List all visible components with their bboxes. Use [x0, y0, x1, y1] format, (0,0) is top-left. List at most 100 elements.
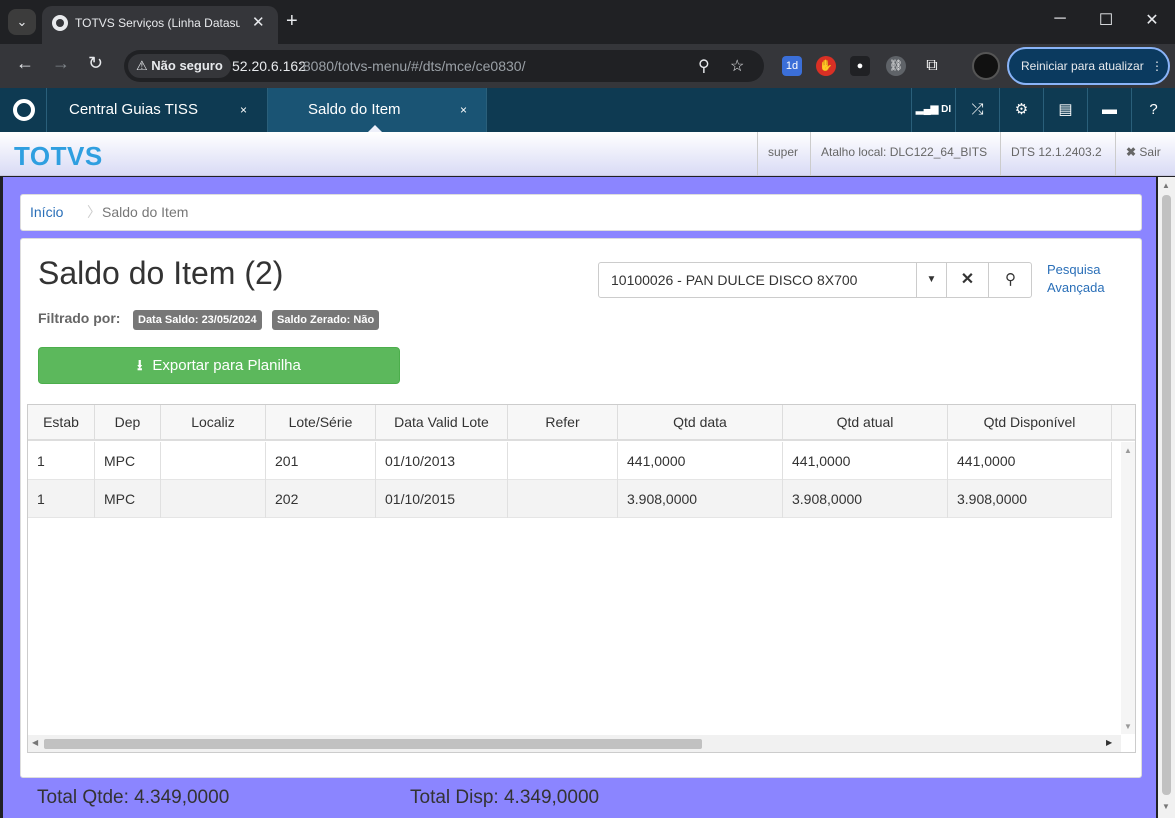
clear-x-icon[interactable]: ✕	[946, 263, 988, 297]
cell-refer	[508, 442, 618, 480]
document-icon[interactable]: ▤	[1043, 88, 1087, 132]
not-secure-chip[interactable]: ⚠ Não seguro	[128, 54, 231, 78]
filter-badge-zero-balance[interactable]: Saldo Zerado: Não	[272, 310, 380, 330]
logout-button[interactable]: ✖ Sair	[1115, 132, 1171, 176]
extensions-puzzle-icon[interactable]: ⧉	[922, 56, 942, 76]
active-tab-caret	[368, 125, 382, 132]
breadcrumb-current: Saldo do Item	[102, 204, 189, 220]
filter-badge-date[interactable]: Data Saldo: 23/05/2024	[133, 310, 262, 330]
scroll-up-icon[interactable]: ▲	[1124, 446, 1132, 455]
gear-icon[interactable]: ⚙	[999, 88, 1043, 132]
table-row[interactable]: 1 MPC 201 01/10/2013 441,0000 441,0000 4…	[28, 442, 1112, 480]
cell-qtd-data: 3.908,0000	[618, 480, 783, 518]
scroll-up-icon[interactable]: ▲	[1162, 181, 1170, 190]
search-icon[interactable]: ⚲	[988, 263, 1032, 297]
scroll-thumb[interactable]	[1162, 195, 1171, 795]
chat-icon[interactable]: ▬	[1087, 88, 1131, 132]
column-header-lote-serie[interactable]: Lote/Série	[266, 405, 376, 439]
cell-dep: MPC	[95, 480, 161, 518]
scroll-left-icon[interactable]: ◀	[32, 738, 38, 747]
zoom-icon[interactable]: ⚲	[698, 56, 710, 76]
maximize-icon[interactable]: ☐	[1083, 10, 1129, 30]
result-panel: Saldo do Item (2) Filtrado por: Data Sal…	[20, 238, 1142, 778]
cell-lote-serie: 202	[266, 480, 376, 518]
url-path: :8080/totvs-menu/#/dts/mce/ce0830/	[299, 58, 526, 74]
cell-estab: 1	[28, 442, 95, 480]
extension-link-icon[interactable]: ⛓	[886, 56, 906, 76]
grid-vertical-scrollbar[interactable]: ▲ ▼	[1121, 442, 1135, 734]
cell-qtd-disponivel: 441,0000	[948, 442, 1112, 480]
totvs-menu-logo[interactable]	[0, 88, 47, 132]
app-navbar: Central Guias TISS × Saldo do Item × ▂▄▆…	[0, 88, 1175, 132]
relaunch-to-update-button[interactable]: Reiniciar para atualizar ⋮	[1007, 47, 1170, 85]
extension-shield-icon[interactable]: ✋	[816, 56, 836, 76]
back-arrow-icon[interactable]: ←	[16, 53, 34, 74]
totvs-logo-icon	[13, 99, 35, 121]
tab-close-icon[interactable]: ×	[460, 88, 467, 132]
di-label: DI	[941, 104, 952, 115]
table-row[interactable]: 1 MPC 202 01/10/2015 3.908,0000 3.908,00…	[28, 480, 1112, 518]
tab-close-icon[interactable]: ✕	[252, 13, 265, 31]
close-x-icon: ✖	[1126, 145, 1137, 159]
column-header-qtd-atual[interactable]: Qtd atual	[783, 405, 948, 439]
column-header-localiz[interactable]: Localiz	[161, 405, 266, 439]
item-search-group: 10100026 - PAN DULCE DISCO 8X700 ▼ ✕ ⚲	[598, 262, 1032, 298]
column-header-qtd-disponivel[interactable]: Qtd Disponível	[948, 405, 1112, 439]
column-header-estab[interactable]: Estab	[28, 405, 95, 439]
column-header-qtd-data[interactable]: Qtd data	[618, 405, 783, 439]
reload-icon[interactable]: ↻	[88, 53, 103, 74]
item-search-input[interactable]: 10100026 - PAN DULCE DISCO 8X700	[611, 272, 857, 288]
column-header-refer[interactable]: Refer	[508, 405, 618, 439]
main-content: Início 〉 Saldo do Item Saldo do Item (2)…	[3, 177, 1156, 818]
bookmark-star-icon[interactable]: ☆	[730, 56, 744, 76]
grid-header: Estab Dep Localiz Lote/Série Data Valid …	[28, 405, 1135, 441]
total-disp: Total Disp: 4.349,0000	[410, 787, 600, 808]
export-spreadsheet-button[interactable]: ⭳ Exportar para Planilha	[38, 347, 400, 384]
grid-horizontal-scrollbar[interactable]: ◀ ▶	[28, 735, 1121, 752]
minimize-icon[interactable]: ─	[1037, 10, 1083, 28]
brand-logo: TOTVS	[14, 141, 103, 171]
profile-avatar[interactable]	[972, 52, 1000, 80]
warning-triangle-icon: ⚠	[136, 58, 148, 73]
extension-calendar-icon[interactable]: 1d	[782, 56, 802, 76]
not-secure-label: Não seguro	[151, 58, 223, 73]
page-vertical-scrollbar[interactable]: ▲ ▼	[1158, 177, 1175, 818]
browser-tab[interactable]: TOTVS Serviços (Linha Datasul) - TOTVS ✕	[42, 6, 278, 44]
cell-qtd-atual: 3.908,0000	[783, 480, 948, 518]
breadcrumb-home-link[interactable]: Início	[30, 195, 63, 230]
user-name[interactable]: super	[757, 132, 808, 176]
more-vertical-icon[interactable]: ⋮	[1151, 49, 1163, 83]
shuffle-icon[interactable]: ⤮	[955, 88, 999, 132]
cell-localiz	[161, 442, 266, 480]
tab-close-icon[interactable]: ×	[240, 88, 247, 132]
relaunch-label: Reiniciar para atualizar	[1021, 59, 1144, 73]
help-icon[interactable]: ?	[1131, 88, 1175, 132]
window-close-icon[interactable]: ✕	[1129, 10, 1175, 30]
cell-data-valid-lote: 01/10/2015	[376, 480, 508, 518]
scroll-right-icon[interactable]: ▶	[1106, 738, 1112, 747]
address-bar[interactable]: ⚠ Não seguro 52.20.6.162 :8080/totvs-men…	[124, 50, 764, 82]
extension-search-icon[interactable]: ●	[850, 56, 870, 76]
tab-search-button[interactable]: ⌄	[8, 9, 36, 35]
new-tab-button[interactable]: +	[286, 10, 298, 32]
breadcrumb-separator: 〉	[87, 204, 101, 220]
totals-bar: Total Qtde: 4.349,0000 Total Disp: 4.349…	[3, 787, 1156, 818]
tab-central-guias-tiss[interactable]: Central Guias TISS ×	[47, 88, 268, 132]
forward-arrow-icon[interactable]: →	[52, 53, 70, 74]
scroll-down-icon[interactable]: ▼	[1124, 722, 1132, 731]
advanced-search-link[interactable]: Pesquisa Avançada	[1047, 261, 1127, 297]
download-icon: ⭳	[137, 357, 143, 374]
dropdown-caret-icon[interactable]: ▼	[916, 263, 946, 297]
column-header-data-valid-lote[interactable]: Data Valid Lote	[376, 405, 508, 439]
cell-estab: 1	[28, 480, 95, 518]
column-header-dep[interactable]: Dep	[95, 405, 161, 439]
signal-di-icon[interactable]: ▂▄▆ DI	[911, 88, 955, 132]
cell-qtd-disponivel: 3.908,0000	[948, 480, 1112, 518]
browser-tab-strip: ⌄ TOTVS Serviços (Linha Datasul) - TOTVS…	[0, 0, 1175, 44]
breadcrumb: Início 〉 Saldo do Item	[20, 194, 1142, 231]
cell-refer	[508, 480, 618, 518]
scroll-down-icon[interactable]: ▼	[1162, 802, 1170, 811]
totvs-favicon-icon	[52, 15, 68, 31]
scroll-thumb[interactable]	[44, 739, 702, 749]
cell-lote-serie: 201	[266, 442, 376, 480]
